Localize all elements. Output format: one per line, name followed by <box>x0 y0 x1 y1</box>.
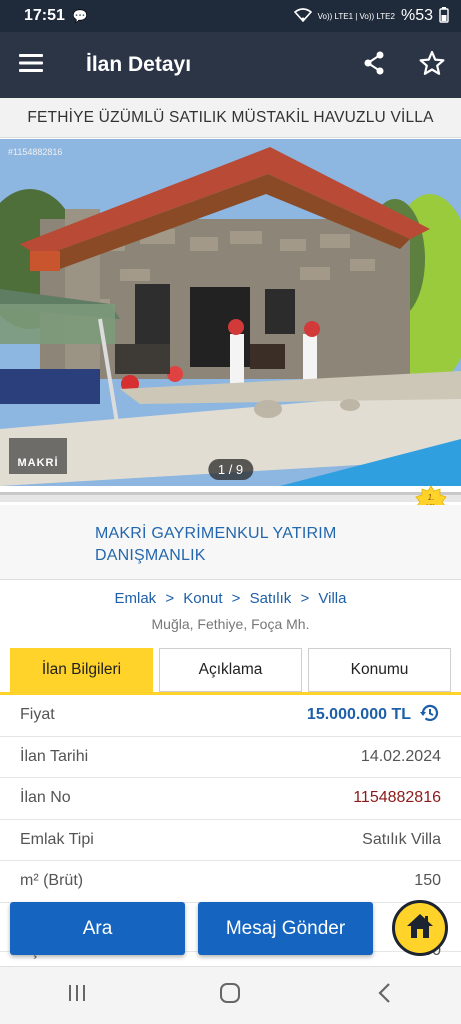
info-label: Emlak Tipi <box>20 830 94 848</box>
system-nav-bar <box>0 966 461 1024</box>
breadcrumb: Emlak > Konut > Satılık > Villa <box>0 590 461 607</box>
info-label: Fiyat <box>20 706 55 724</box>
recent-apps-button[interactable] <box>47 976 107 1016</box>
menu-button[interactable] <box>0 32 62 98</box>
network-indicator: Vo)) LTE1 | Vo)) LTE2 <box>317 11 395 21</box>
page-title: İlan Detayı <box>86 53 192 76</box>
status-right: Vo)) LTE1 | Vo)) LTE2 %53 <box>293 6 449 26</box>
breadcrumb-separator: > <box>231 590 241 607</box>
listing-title: FETHİYE ÜZÜMLÜ SATILIK MÜSTAKİL HAVUZLU … <box>0 98 461 138</box>
info-row-date: İlan Tarihi 14.02.2024 <box>0 737 461 778</box>
info-label: İlan Tarihi <box>20 747 89 765</box>
location-text: Muğla, Fethiye, Foça Mh. <box>151 616 310 632</box>
app-bar: İlan Detayı <box>0 32 461 98</box>
breadcrumb-separator: > <box>165 590 175 607</box>
info-value: Satılık Villa <box>362 830 441 848</box>
share-button[interactable] <box>345 32 403 98</box>
tab-location[interactable]: Konumu <box>308 648 451 692</box>
system-home-icon <box>219 982 241 1009</box>
breadcrumb-item-villa[interactable]: Villa <box>318 590 346 607</box>
breadcrumb-item-konut[interactable]: Konut <box>183 590 222 607</box>
agency-section[interactable]: MAKRİ GAYRİMENKUL YATIRIM DANIŞMANLIK <box>0 505 461 580</box>
info-row-gross-area: m² (Brüt) 150 <box>0 861 461 903</box>
home-icon <box>405 912 435 945</box>
favorite-button[interactable] <box>403 32 461 98</box>
listing-number-value[interactable]: 1154882816 <box>353 789 441 807</box>
info-label: İlan No <box>20 789 71 807</box>
send-message-button[interactable]: Mesaj Gönder <box>198 902 373 955</box>
agency-name[interactable]: MAKRİ GAYRİMENKUL YATIRIM DANIŞMANLIK <box>95 523 355 567</box>
breadcrumb-separator: > <box>300 590 310 607</box>
info-row-listing-no: İlan No 1154882816 <box>0 778 461 820</box>
price-value: 15.000.000 TL <box>306 706 411 724</box>
chat-notification-icon: 💬 <box>72 9 88 23</box>
wifi-icon <box>293 7 312 25</box>
star-icon <box>419 50 445 81</box>
back-icon <box>377 982 391 1009</box>
price-value-group: 15.000.000 TL <box>307 702 441 729</box>
battery-level: %53 <box>400 7 433 24</box>
breadcrumb-item-emlak[interactable]: Emlak <box>115 590 157 607</box>
villa-photo-illustration <box>0 139 461 486</box>
share-icon <box>363 51 385 80</box>
recent-apps-icon <box>67 984 87 1007</box>
price-history-icon[interactable] <box>419 702 441 729</box>
info-value: 150 <box>414 872 441 890</box>
photo-id-tag: #1154882816 <box>8 147 63 157</box>
section-divider <box>0 492 461 502</box>
agency-watermark-logo: MAKRİ <box>9 438 67 474</box>
battery-icon <box>439 6 449 26</box>
info-value: 14.02.2024 <box>360 747 441 765</box>
info-label: m² (Brüt) <box>20 872 84 890</box>
tab-listing-info[interactable]: İlan Bilgileri <box>10 648 153 692</box>
detail-tabs: İlan Bilgileri Açıklama Konumu <box>10 648 451 692</box>
photo-counter: 1 / 9 <box>207 459 254 480</box>
menu-icon <box>19 53 43 77</box>
info-row-property-type: Emlak Tipi Satılık Villa <box>0 820 461 861</box>
info-row-price: Fiyat 15.000.000 TL <box>0 695 461 737</box>
tab-description[interactable]: Açıklama <box>159 648 302 692</box>
year-badge-number: 1. <box>428 493 435 502</box>
bottom-actions: Ara Mesaj Gönder <box>0 900 461 958</box>
status-time: 17:51 <box>24 7 65 24</box>
system-home-button[interactable] <box>200 976 260 1016</box>
breadcrumb-item-satilik[interactable]: Satılık <box>250 590 292 607</box>
back-button[interactable] <box>354 976 414 1016</box>
status-bar: 17:51 💬 Vo)) LTE1 | Vo)) LTE2 %53 <box>0 0 461 32</box>
listing-photo[interactable]: #1154882816 MAKRİ 1 / 9 <box>0 139 461 486</box>
call-button[interactable]: Ara <box>10 902 185 955</box>
home-button[interactable] <box>392 900 448 956</box>
